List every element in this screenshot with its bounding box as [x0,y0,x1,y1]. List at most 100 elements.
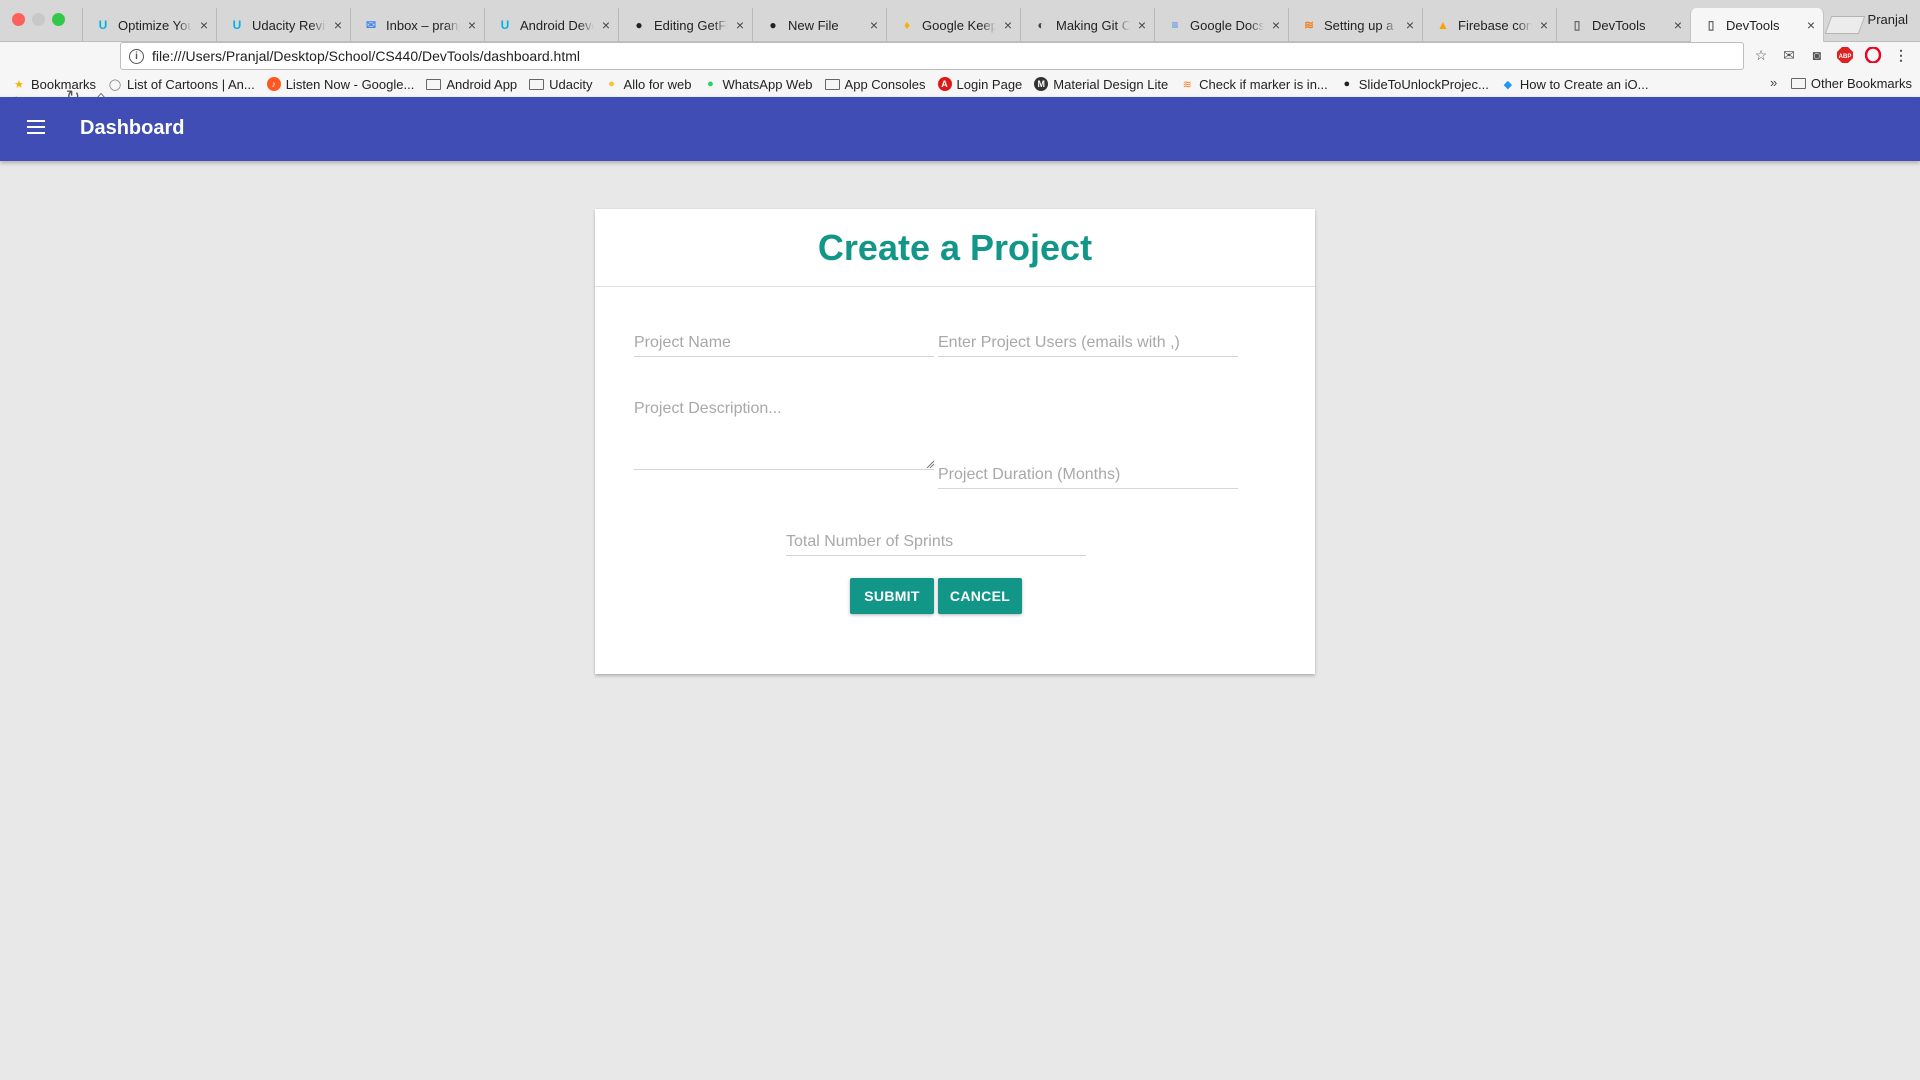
tab-list: U Optimize Your × U Udacity Review × ✉ Inbox – … [82,8,1824,42]
close-tab-icon[interactable]: × [870,17,878,33]
tab-title: Google Docs [1190,17,1264,33]
close-tab-icon[interactable]: × [1272,17,1280,33]
address-bar[interactable]: i file:///Users/Pranjal/Desktop/School/C… [120,42,1744,70]
svg-text:ABP: ABP [1839,54,1852,60]
cancel-button[interactable]: CANCEL [938,578,1022,614]
close-tab-icon[interactable]: × [200,17,208,33]
adblock-icon[interactable]: ABP [1836,46,1854,64]
bookmark-item[interactable]: ● WhatsApp Web [703,77,812,92]
browser-tab[interactable]: ▯ DevTools × [1690,8,1824,42]
tab-title: Editing GetFit [654,17,728,33]
project-duration-field [938,466,1238,489]
close-tab-icon[interactable]: × [1406,17,1414,33]
tab-title: Optimize Your [118,17,192,33]
udacity-icon: U [232,18,242,32]
project-users-input[interactable] [938,334,1238,352]
folder-icon [824,78,840,90]
close-tab-icon[interactable]: × [334,17,342,33]
profile-name[interactable]: Pranjal [1868,12,1908,27]
bookmark-item[interactable]: A Login Page [937,76,1023,92]
bookmark-item[interactable]: ★ Bookmarks [12,77,96,92]
shield-extension-icon[interactable]: ◙ [1808,46,1826,64]
other-bookmarks-label: Other Bookmarks [1810,76,1912,91]
browser-tab[interactable]: ▲ Firebase cons × [1422,8,1556,42]
folder-icon [529,78,545,90]
bookmark-star-icon[interactable]: ☆ [1752,46,1770,64]
globe-icon: ◯ [108,78,122,91]
new-tab-button[interactable] [1824,16,1866,34]
stackoverflow-icon: ≋ [1303,18,1315,32]
browser-tab[interactable]: ● New File × [752,8,886,42]
bookmark-label: Listen Now - Google... [285,76,415,92]
browser-tab[interactable]: ♦ Google Keep × [886,8,1020,42]
browser-tab[interactable]: U Udacity Review × [216,8,350,42]
bookmark-label: Login Page [956,76,1023,92]
close-tab-icon[interactable]: × [1138,17,1146,33]
tab-title: Android Devel [520,17,594,33]
github-icon: ● [769,18,777,32]
project-users-field [938,334,1238,357]
close-tab-icon[interactable]: × [1540,17,1548,33]
browser-tab[interactable]: ✉ Inbox – pranjal × [350,8,484,42]
info-icon[interactable]: i [129,48,144,64]
minimize-window-button[interactable] [32,13,45,26]
mdl-icon: M [1034,77,1049,91]
project-duration-input[interactable] [938,466,1238,484]
bookmark-label: Android App [446,76,518,92]
other-bookmarks[interactable]: Other Bookmarks [1790,76,1912,91]
project-description-input[interactable] [634,400,934,450]
bookmark-label: SlideToUnlockProjec... [1358,76,1489,92]
close-tab-icon[interactable]: × [468,17,476,33]
page-title: Dashboard [80,117,185,139]
bookmark-item[interactable]: App Consoles [824,77,926,92]
bookmark-item[interactable]: ◆ How to Create an iO... [1501,77,1649,92]
close-tab-icon[interactable]: × [602,17,610,33]
mail-extension-icon[interactable]: ✉ [1780,46,1798,64]
chrome-menu-icon[interactable]: ⋮ [1892,46,1910,64]
udacity-icon: U [98,18,108,32]
browser-tab[interactable]: ≋ Setting up a g × [1288,8,1422,42]
browser-tab[interactable]: U Android Devel × [484,8,618,42]
bookmark-label: Check if marker is in... [1199,76,1328,92]
browser-tab[interactable]: ● Editing GetFit × [618,8,752,42]
music-icon: ♪ [266,77,281,91]
submit-button[interactable]: SUBMIT [850,578,934,614]
github-icon: ● [635,18,643,32]
bookmark-label: Bookmarks [31,76,97,92]
tab-title: Google Keep [922,17,996,33]
github-icon: ● [1343,78,1351,90]
bookmark-item[interactable]: Udacity [529,77,593,92]
firebase-icon: ▲ [1437,18,1449,32]
tab-title: Firebase cons [1458,17,1532,33]
project-name-field [634,334,934,357]
bookmark-item[interactable]: ● SlideToUnlockProjec... [1340,76,1489,92]
docs-icon: ≡ [1171,18,1179,32]
close-tab-icon[interactable]: × [1674,17,1682,33]
browser-tab[interactable]: ≡ Google Docs × [1154,8,1288,42]
close-tab-icon[interactable]: × [1807,17,1815,33]
sprints-input[interactable] [786,533,1086,551]
browser-tab[interactable]: ▯ DevTools × [1556,8,1690,42]
browser-tab-strip: U Optimize Your × U Udacity Review × ✉ Inbox – … [0,0,1920,42]
bookmark-label: Allo for web [623,76,692,92]
close-tab-icon[interactable]: × [1004,17,1012,33]
opera-icon[interactable] [1864,46,1882,64]
bookmark-item[interactable]: M Material Design Lite [1034,77,1168,92]
allo-icon: ● [608,78,615,90]
bookmarks-bar: ★ Bookmarks ◯ List of Cartoons | An... ♪ List… [0,72,1920,96]
bookmark-item[interactable]: ♪ Listen Now - Google... [266,76,415,92]
maximize-window-button[interactable] [52,13,65,26]
close-window-button[interactable] [12,13,25,26]
close-tab-icon[interactable]: × [736,17,744,33]
hamburger-menu-icon[interactable] [27,120,45,134]
browser-tab[interactable]: ◐ Making Git Co × [1020,8,1154,42]
bookmark-label: WhatsApp Web [722,76,813,92]
bookmark-item[interactable]: ● Allo for web [605,76,692,92]
browser-tab[interactable]: U Optimize Your × [82,8,216,42]
bookmark-item[interactable]: ◯ List of Cartoons | An... [108,77,255,92]
project-name-input[interactable] [634,334,934,352]
resize-handle-icon[interactable] [926,460,934,468]
bookmarks-overflow-button[interactable]: » [1770,75,1777,90]
bookmark-item[interactable]: Android App [426,77,517,92]
bookmark-item[interactable]: ≋ Check if marker is in... [1180,77,1328,92]
